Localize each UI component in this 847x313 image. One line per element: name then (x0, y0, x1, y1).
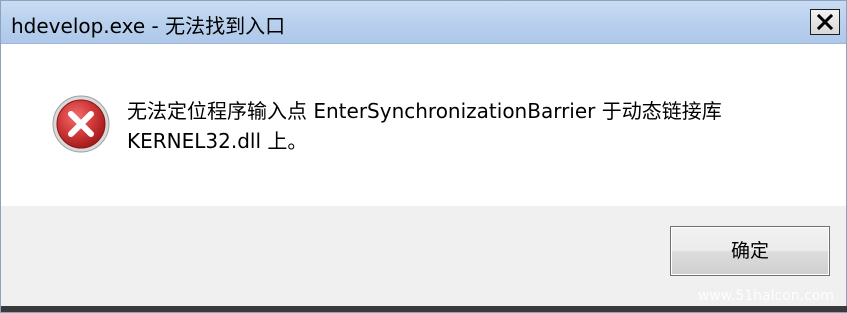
watermark: www.51halcon.com (697, 288, 834, 304)
message-area: 无法定位程序输入点 EnterSynchronizationBarrier 于动… (1, 44, 846, 206)
close-button[interactable] (810, 9, 840, 35)
error-icon (52, 95, 110, 153)
message-line-2: KERNEL32.dll 上。 (127, 129, 308, 153)
window-bottom-edge (1, 306, 847, 312)
close-x-icon (817, 14, 833, 30)
window-title: hdevelop.exe - 无法找到入口 (11, 14, 286, 38)
error-dialog: hdevelop.exe - 无法找到入口 无法定位程序输入点 EnterSyn… (0, 0, 847, 313)
title-bar[interactable]: hdevelop.exe - 无法找到入口 (1, 1, 846, 44)
message-line-1: 无法定位程序输入点 EnterSynchronizationBarrier 于动… (127, 99, 722, 123)
error-message: 无法定位程序输入点 EnterSynchronizationBarrier 于动… (127, 96, 827, 156)
ok-button[interactable]: 确定 (670, 226, 830, 276)
